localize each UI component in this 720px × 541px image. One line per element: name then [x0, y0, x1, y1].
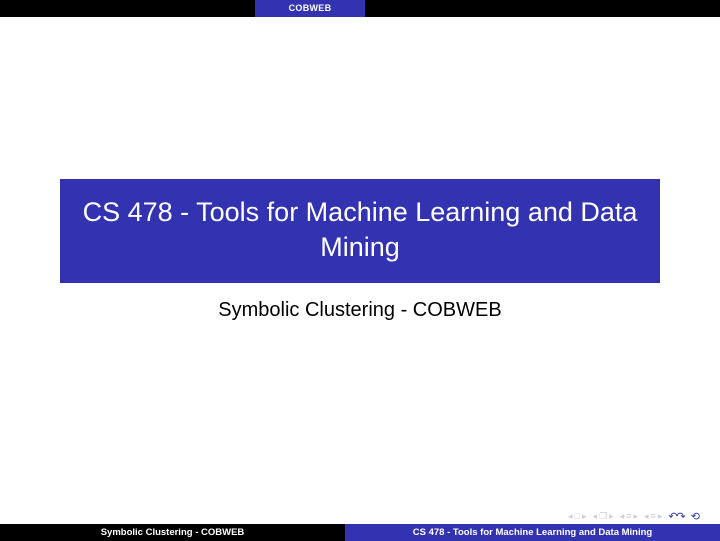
- beamer-nav-icons: ◂ □ ▸ ◂ ❐ ▸ ◂ ≡ ▸ ◂ ≡ ▸ ↶↷ ⟲: [568, 508, 700, 524]
- nav-slide-group-2[interactable]: ◂ ≡ ▸: [644, 511, 662, 522]
- nav-slide2-prev-icon[interactable]: ◂: [644, 511, 649, 522]
- nav-back-forward-icon[interactable]: ↶↷: [668, 510, 684, 523]
- nav-slide2-bar-icon[interactable]: ≡: [651, 511, 656, 521]
- nav-frame-group[interactable]: ◂ □ ▸: [568, 511, 587, 522]
- nav-slide-next-icon[interactable]: ▸: [633, 511, 638, 522]
- section-tab-cobweb[interactable]: COBWEB: [255, 0, 365, 17]
- nav-slide-group-1[interactable]: ◂ ≡ ▸: [620, 511, 638, 522]
- footer-title-section[interactable]: CS 478 - Tools for Machine Learning and …: [345, 524, 720, 541]
- nav-slide2-next-icon[interactable]: ▸: [658, 511, 663, 522]
- topbar: COBWEB: [0, 0, 720, 17]
- nav-loop-icon[interactable]: ⟲: [691, 510, 700, 523]
- nav-frame-next-icon[interactable]: ▸: [582, 511, 587, 522]
- nav-frame-prev-icon[interactable]: ◂: [568, 511, 573, 522]
- footer: Symbolic Clustering - COBWEB CS 478 - To…: [0, 524, 720, 541]
- footer-author-section[interactable]: Symbolic Clustering - COBWEB: [0, 524, 345, 541]
- nav-slide-bar-icon[interactable]: ≡: [626, 511, 631, 521]
- nav-subsec-box-icon[interactable]: ❐: [599, 511, 607, 522]
- nav-subsection-group[interactable]: ◂ ❐ ▸: [593, 511, 614, 522]
- slide-subtitle: Symbolic Clustering - COBWEB: [0, 299, 720, 322]
- content-area: CS 478 - Tools for Machine Learning and …: [0, 17, 720, 524]
- slide: COBWEB CS 478 - Tools for Machine Learni…: [0, 0, 720, 541]
- nav-slide-prev-icon[interactable]: ◂: [620, 511, 625, 522]
- title-block: CS 478 - Tools for Machine Learning and …: [60, 179, 660, 283]
- nav-subsec-prev-icon[interactable]: ◂: [593, 511, 598, 522]
- nav-frame-box-icon[interactable]: □: [575, 511, 580, 521]
- nav-subsec-next-icon[interactable]: ▸: [609, 511, 614, 522]
- slide-title: CS 478 - Tools for Machine Learning and …: [70, 195, 650, 265]
